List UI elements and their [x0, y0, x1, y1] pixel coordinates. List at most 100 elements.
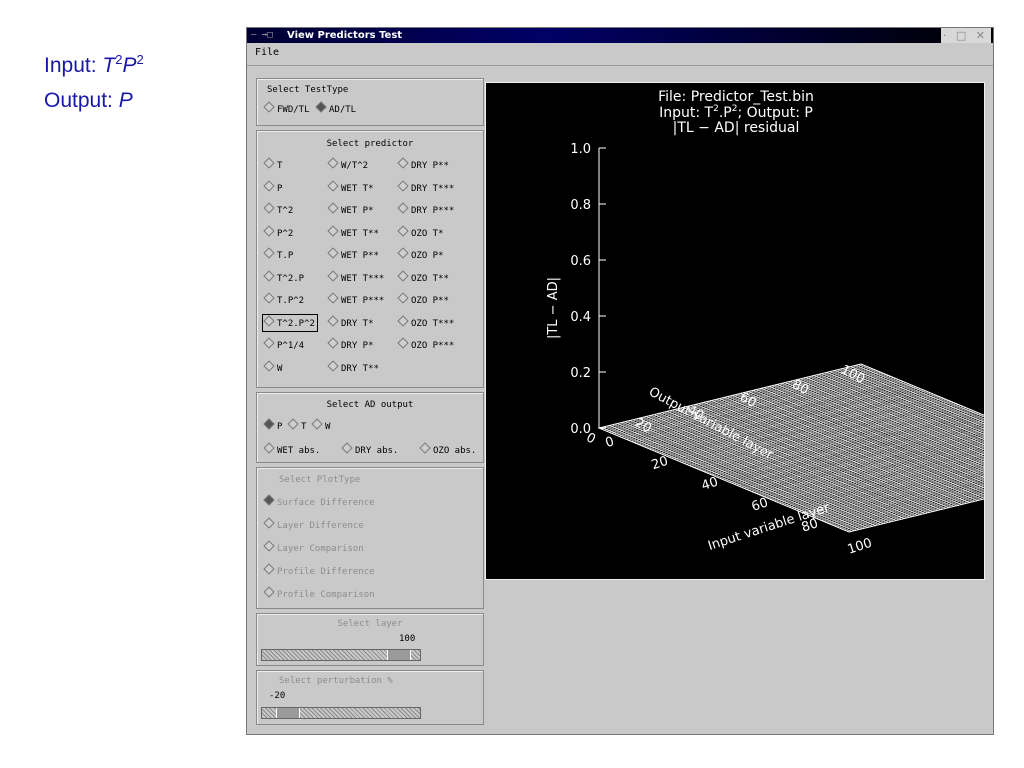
predictor-option-t-2-p-2[interactable]: T^2.P^2 [262, 313, 318, 332]
z-tick-label: 0.6 [570, 254, 591, 269]
plottype-option-profile-comparison-label: Profile Comparison [277, 590, 375, 600]
radio-diamond-icon [311, 418, 323, 430]
predictor-option-t-2-p[interactable]: T^2.P [263, 269, 305, 284]
plottype-option-layer-difference-label: Layer Difference [277, 521, 364, 531]
predictor-option-dry-p[interactable]: DRY P* [327, 337, 374, 351]
radio-diamond-icon [397, 224, 409, 237]
predictor-option-w[interactable]: W [263, 359, 282, 374]
predictor-option-dry-t-label: DRY T*** [411, 183, 455, 194]
predictor-option-w-t-2[interactable]: W/T^2 [327, 157, 368, 171]
predictor-option-p-1-4[interactable]: P^1/4 [263, 337, 304, 351]
radio-diamond-icon [397, 179, 409, 192]
layer-title: Select layer [337, 619, 403, 629]
radio-diamond-icon [263, 540, 275, 552]
predictor-option-t[interactable]: T [263, 157, 283, 171]
predictor-option-t-p[interactable]: T.P [263, 247, 293, 261]
input-caption: Input: T2P2 [44, 52, 144, 78]
predictor-title: Select predictor [326, 139, 414, 149]
predictor-option-wet-p[interactable]: WET P* [327, 202, 374, 216]
predictor-option-wet-t[interactable]: WET T* [327, 179, 374, 194]
radio-diamond-icon [397, 337, 409, 349]
radio-diamond-icon [263, 314, 275, 327]
perturbation-value: -20 [269, 691, 286, 701]
ad-output-option-ozo-abs-label: OZO abs. [433, 446, 477, 456]
radio-diamond-icon [263, 224, 275, 237]
ad-output-option-ozo-abs[interactable]: OZO abs. [419, 442, 477, 456]
testtype-option-ad-tl[interactable]: AD/TL [315, 101, 356, 115]
x-tick-label: 100 [846, 536, 874, 558]
layer-value: 100 [399, 634, 416, 644]
predictor-option-dry-t[interactable]: DRY T*** [397, 179, 455, 194]
radio-diamond-icon [263, 337, 275, 349]
title-bar[interactable]: — →□ View Predictors Test · □ ✕ [247, 28, 993, 43]
predictor-option-ozo-t[interactable]: OZO T*** [397, 314, 454, 329]
plottype-option-layer-comparison[interactable]: Layer Comparison [263, 540, 364, 554]
predictor-option-dry-p-label: DRY P** [411, 161, 449, 171]
predictor-option-dry-t[interactable]: DRY T* [327, 314, 374, 329]
window-controls[interactable]: · □ ✕ [941, 28, 991, 43]
predictor-option-wet-t-label: WET T* [341, 183, 374, 194]
predictor-option-t-label: T [277, 161, 283, 171]
predictor-option-t-2-p-2-label: T^2.P^2 [277, 318, 315, 329]
plottype-option-surface-difference-label: Surface Difference [277, 498, 375, 508]
predictor-option-dry-t-label: DRY T** [341, 363, 379, 374]
predictor-option-p-2[interactable]: P^2 [263, 224, 293, 239]
plot-title-line1: File: Predictor_Test.bin [658, 89, 814, 105]
radio-diamond-icon [263, 292, 275, 304]
predictor-panel: Select predictor T W/T^2 DRY P** P WET T* DRY… [256, 130, 484, 388]
predictor-option-dry-t[interactable]: DRY T** [327, 359, 379, 374]
ad-output-panel: Select AD output P T W WET abs. DRY abs. OZO … [256, 392, 484, 463]
ad-output-option-p[interactable]: P [263, 418, 283, 432]
z-tick-label: 1.0 [570, 142, 591, 157]
predictor-option-ozo-p[interactable]: OZO P*** [397, 337, 454, 351]
perturbation-slider-thumb[interactable] [275, 708, 300, 718]
z-tick-label: 0.2 [570, 366, 591, 381]
ad-output-option-t[interactable]: T [287, 418, 306, 432]
testtype-option-fwd-tl[interactable]: FWD/TL [263, 101, 310, 115]
radio-diamond-icon [263, 179, 275, 192]
radio-diamond-icon [315, 101, 327, 113]
predictor-option-t-2[interactable]: T^2 [263, 202, 293, 216]
perturbation-slider[interactable] [261, 707, 421, 719]
predictor-option-wet-t[interactable]: WET T*** [327, 269, 384, 284]
radio-diamond-icon [397, 269, 409, 282]
predictor-option-t-p-2[interactable]: T.P^2 [263, 292, 304, 306]
predictor-option-ozo-p[interactable]: OZO P* [397, 247, 444, 261]
input-caption-p-exp: 2 [136, 52, 144, 67]
input-caption-label: Input: [44, 54, 103, 77]
ad-output-option-dry-abs[interactable]: DRY abs. [341, 442, 398, 456]
predictor-option-wet-p[interactable]: WET P*** [327, 292, 384, 306]
plot-title-line3: |TL − AD| residual [673, 120, 800, 136]
plottype-title: Select PlotType [279, 475, 361, 485]
z-axis-label: |TL − AD| [546, 277, 561, 339]
predictor-option-dry-p[interactable]: DRY P*** [397, 202, 455, 216]
predictor-option-wet-p[interactable]: WET P** [327, 247, 379, 261]
ad-output-option-wet-abs[interactable]: WET abs. [263, 442, 320, 456]
predictor-option-p[interactable]: P [263, 179, 282, 194]
radio-diamond-icon [263, 442, 275, 454]
menu-file[interactable]: File [255, 47, 279, 58]
predictor-option-ozo-t[interactable]: OZO T* [397, 224, 444, 239]
window-menu-icon[interactable]: — →□ [251, 28, 273, 43]
plottype-option-profile-difference[interactable]: Profile Difference [263, 563, 375, 577]
predictor-option-ozo-t[interactable]: OZO T** [397, 269, 449, 284]
predictor-option-dry-p-label: DRY P*** [411, 206, 455, 216]
plottype-option-profile-comparison[interactable]: Profile Comparison [263, 586, 375, 600]
predictor-option-wet-t[interactable]: WET T** [327, 224, 379, 239]
predictor-option-ozo-p[interactable]: OZO P** [397, 292, 449, 306]
predictor-option-ozo-p-label: OZO P* [411, 251, 444, 261]
layer-slider-thumb[interactable] [387, 650, 412, 660]
predictor-option-t-2-p-label: T^2.P [277, 273, 305, 284]
ad-output-option-p-label: P [277, 422, 283, 432]
layer-slider[interactable] [261, 649, 421, 661]
plottype-option-surface-difference[interactable]: Surface Difference [263, 494, 375, 508]
radio-diamond-icon [397, 292, 409, 304]
predictor-option-dry-p[interactable]: DRY P** [397, 157, 449, 171]
ad-output-option-w[interactable]: W [311, 418, 330, 432]
plottype-option-layer-difference[interactable]: Layer Difference [263, 517, 364, 531]
radio-diamond-icon [341, 442, 353, 454]
plottype-option-profile-difference-label: Profile Difference [277, 567, 375, 577]
radio-diamond-icon [263, 494, 275, 506]
testtype-panel: Select TestType FWD/TL AD/TL [256, 78, 484, 126]
radio-diamond-icon [263, 157, 275, 169]
